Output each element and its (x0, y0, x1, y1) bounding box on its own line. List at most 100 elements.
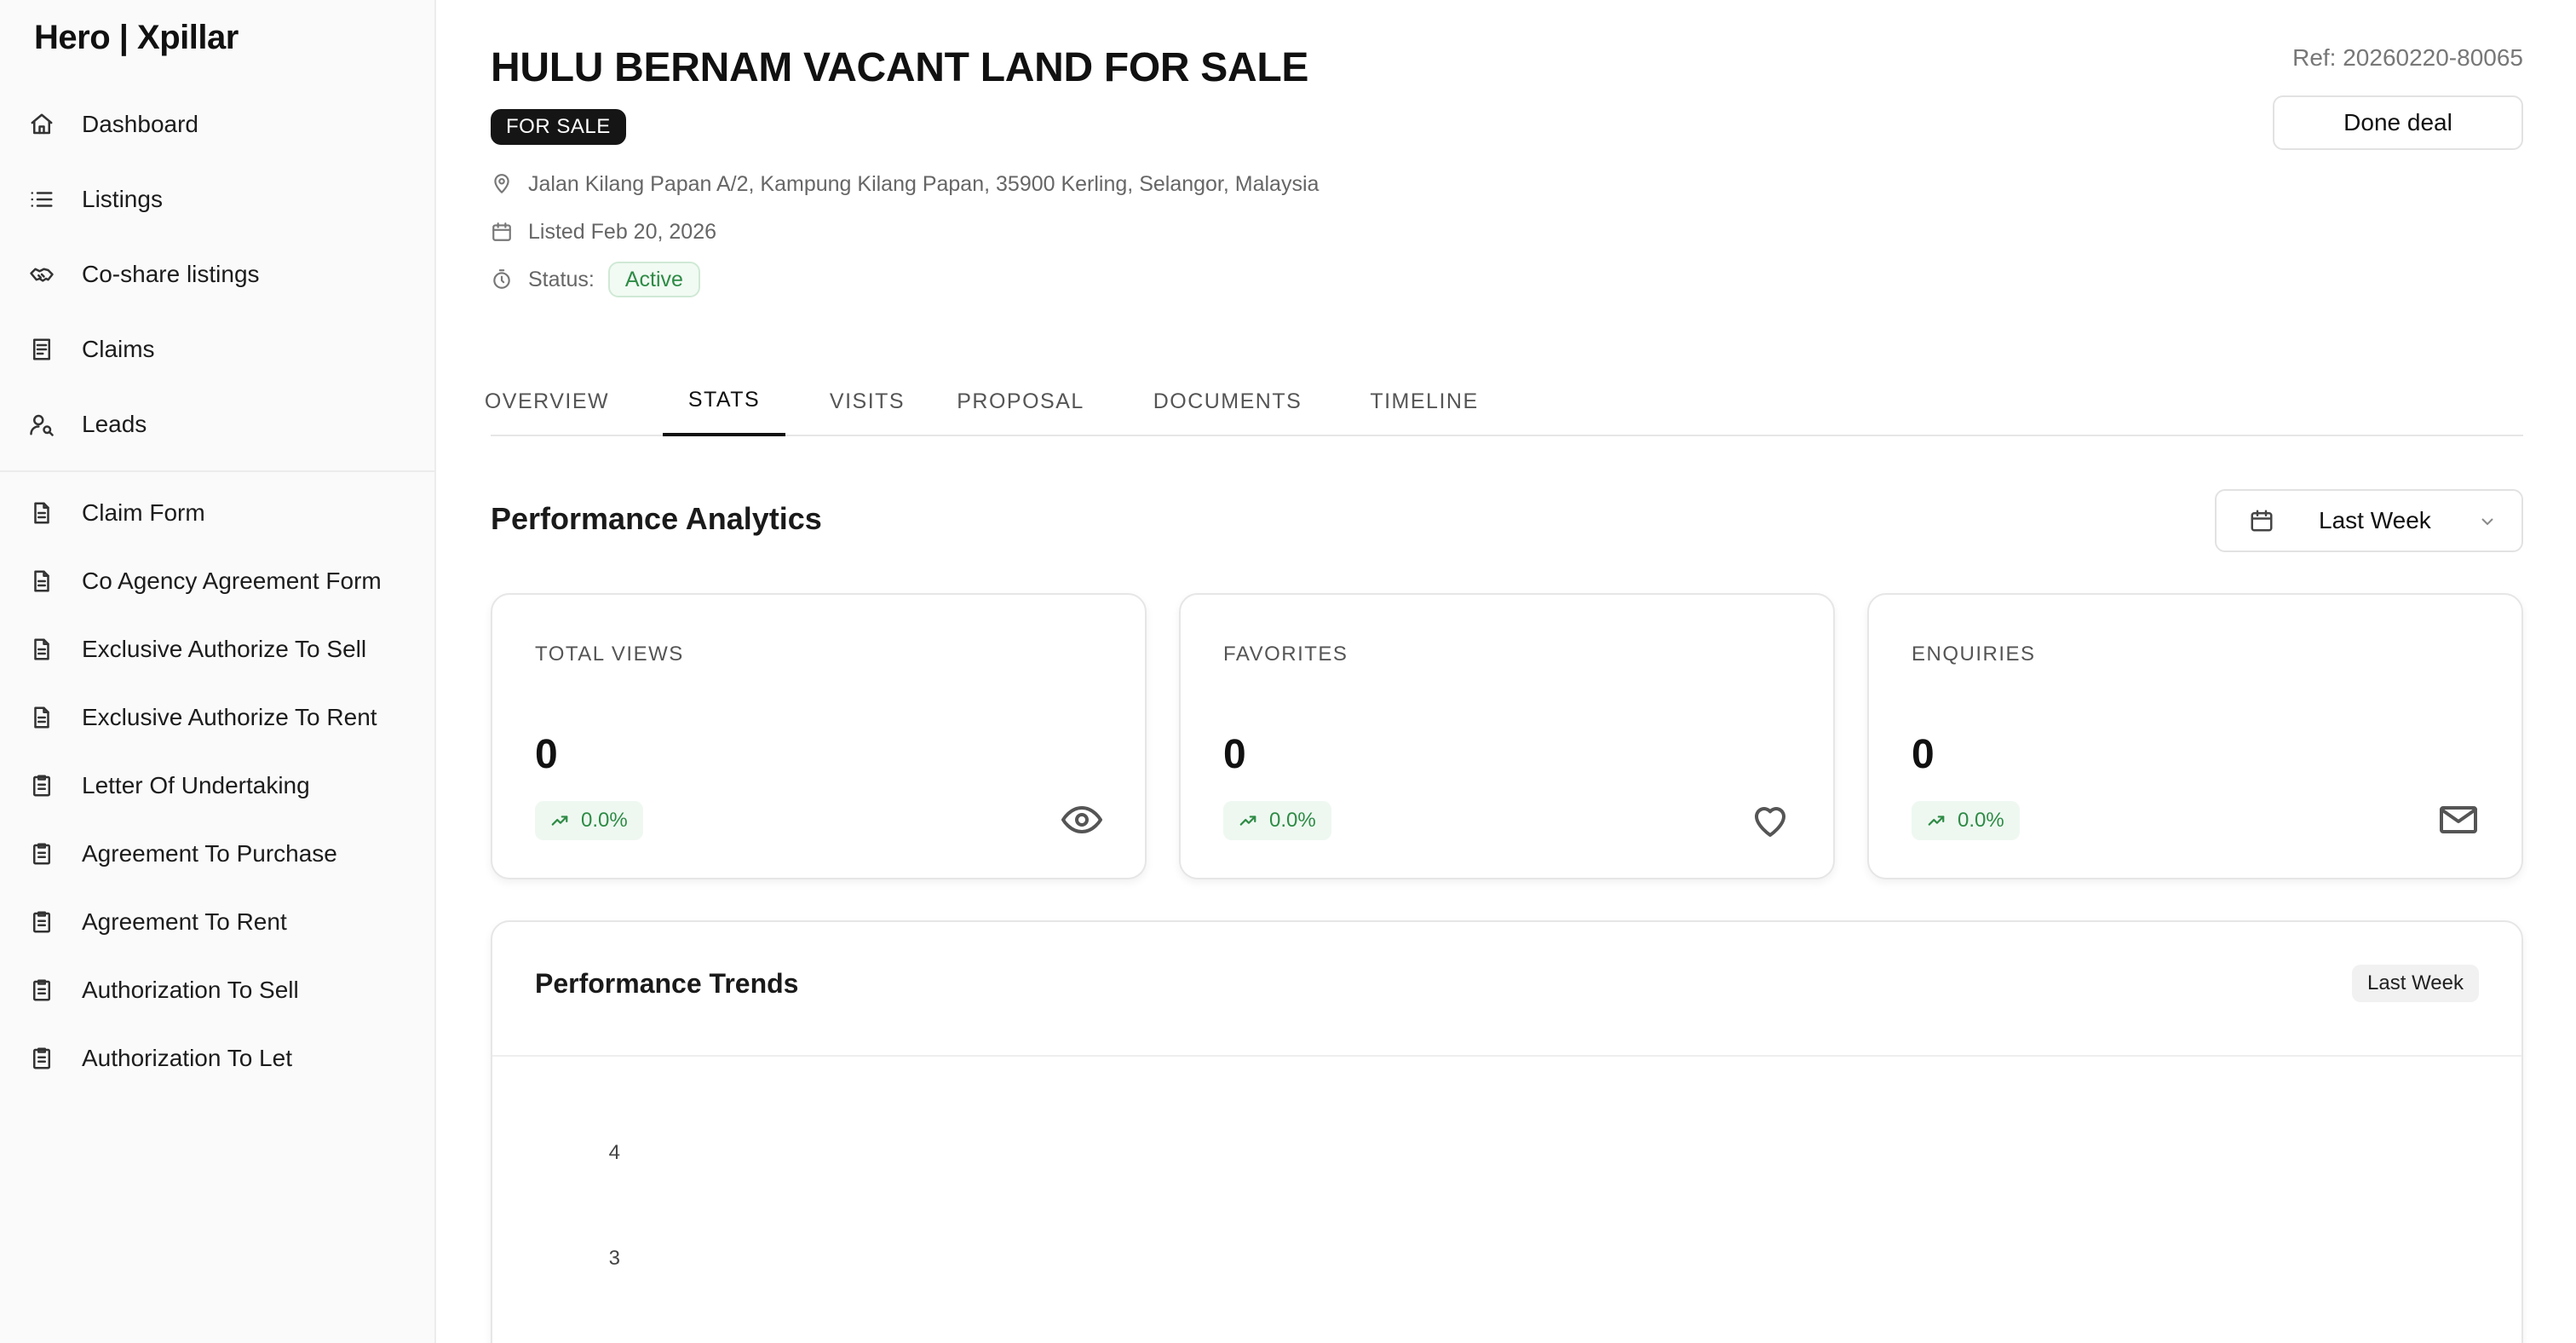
y-tick-label: 3 (609, 1247, 620, 1270)
sidebar-item-label: Agreement To Purchase (82, 840, 337, 867)
active-status-badge: Active (607, 262, 700, 297)
sidebar-item-label: Leads (82, 411, 147, 437)
trends-chart-svg: 43 (609, 1141, 620, 1270)
heart-icon (1750, 799, 1791, 840)
sidebar-item-letter-of-undertaking[interactable]: Letter Of Undertaking (27, 755, 409, 816)
sidebar-item-label: Claims (82, 336, 155, 362)
trending-up-icon (1928, 816, 1945, 826)
tab-stats[interactable]: STATS (663, 366, 785, 436)
date-range-value: Last Week (2319, 507, 2431, 533)
sidebar-item-dashboard[interactable]: Dashboard (27, 94, 409, 155)
trend-value: 0.0% (1269, 809, 1316, 832)
status-label: Status: (528, 267, 595, 291)
address-text: Jalan Kilang Papan A/2, Kampung Kilang P… (528, 171, 1320, 196)
sidebar-item-label: Authorization To Let (82, 1045, 292, 1071)
stat-label: ENQUIRIES (1912, 643, 2036, 666)
sidebar-item-co-agency-agreement-form[interactable]: Co Agency Agreement Form (27, 550, 409, 612)
listed-date-row: Listed Feb 20, 2026 (491, 215, 716, 249)
sidebar-item-claim-form[interactable]: Claim Form (27, 482, 409, 544)
document-icon (27, 499, 56, 527)
tab-overview[interactable]: OVERVIEW (485, 366, 608, 436)
page-title: HULU BERNAM VACANT LAND FOR SALE (491, 45, 1309, 90)
calendar-icon (2249, 508, 2274, 533)
brand-logo[interactable]: Hero | Xpillar (34, 19, 239, 57)
sidebar-item-listings[interactable]: Listings (27, 169, 409, 230)
document-icon (27, 635, 56, 664)
stat-card-total-views: TOTAL VIEWS 0 0.0% (491, 593, 1147, 879)
handshake-icon (27, 260, 56, 289)
sidebar-item-authorization-to-let[interactable]: Authorization To Let (27, 1028, 409, 1089)
sidebar-item-label: Exclusive Authorize To Sell (82, 636, 367, 662)
trend-badge: 0.0% (1912, 801, 2020, 840)
trends-chart: 43 (492, 1057, 2521, 1343)
listed-date: Listed Feb 20, 2026 (528, 219, 716, 244)
clipboard-icon (27, 976, 56, 1005)
stat-label: TOTAL VIEWS (535, 643, 684, 666)
clipboard-icon (27, 1044, 56, 1073)
user-search-icon (27, 410, 56, 439)
home-icon (27, 110, 56, 139)
clipboard-icon (27, 839, 56, 868)
document-icon (27, 567, 56, 596)
status-badge: FOR SALE (491, 109, 626, 145)
reference-number: Ref: 20260220-80065 (2292, 44, 2523, 71)
trends-title: Performance Trends (535, 968, 799, 999)
trends-range-badge: Last Week (2352, 965, 2479, 1002)
address-row: Jalan Kilang Papan A/2, Kampung Kilang P… (491, 167, 1319, 201)
sidebar-item-co-share-listings[interactable]: Co-share listings (27, 244, 409, 305)
tab-bar: OVERVIEW STATS VISITS PROPOSAL DOCUMENTS… (485, 366, 2523, 436)
trend-value: 0.0% (581, 809, 628, 832)
stat-label: FAVORITES (1223, 643, 1348, 666)
tab-documents[interactable]: DOCUMENTS (1107, 366, 1348, 436)
sidebar-item-agreement-to-rent[interactable]: Agreement To Rent (27, 891, 409, 953)
timer-icon (491, 268, 513, 291)
tab-visits[interactable]: VISITS (809, 366, 925, 436)
sidebar-divider (0, 470, 434, 472)
stat-value: 0 (535, 732, 558, 777)
y-tick-label: 4 (609, 1141, 620, 1164)
sidebar-item-label: Co Agency Agreement Form (82, 568, 382, 594)
mail-icon (2438, 799, 2479, 840)
sidebar-item-claims[interactable]: Claims (27, 319, 409, 380)
eye-icon (1061, 799, 1102, 840)
trend-badge: 0.0% (1223, 801, 1331, 840)
sidebar-item-label: Letter Of Undertaking (82, 772, 310, 798)
trending-up-icon (551, 816, 568, 826)
trend-badge: 0.0% (535, 801, 643, 840)
clipboard-icon (27, 771, 56, 800)
stat-card-favorites: FAVORITES 0 0.0% (1179, 593, 1835, 879)
receipt-icon (27, 335, 56, 364)
section-title: Performance Analytics (491, 501, 822, 536)
sidebar-item-label: Authorization To Sell (82, 977, 299, 1003)
calendar-icon (491, 221, 513, 243)
tab-timeline[interactable]: TIMELINE (1314, 366, 1535, 436)
main-content: HULU BERNAM VACANT LAND FOR SALE FOR SAL… (485, 0, 2523, 1343)
performance-trends-card: Performance Trends Last Week 43 (491, 920, 2523, 1343)
sidebar-item-authorization-to-sell[interactable]: Authorization To Sell (27, 960, 409, 1021)
trend-value: 0.0% (1958, 809, 2004, 832)
sidebar-item-label: Agreement To Rent (82, 908, 287, 935)
document-icon (27, 703, 56, 732)
status-row: Status: Active (491, 262, 700, 297)
sidebar-item-label: Claim Form (82, 499, 205, 526)
sidebar-item-agreement-to-purchase[interactable]: Agreement To Purchase (27, 823, 409, 885)
sidebar-item-label: Exclusive Authorize To Rent (82, 704, 377, 730)
stat-card-enquiries: ENQUIRIES 0 0.0% (1867, 593, 2523, 879)
sidebar-item-label: Co-share listings (82, 261, 260, 287)
stat-value: 0 (1223, 732, 1246, 777)
stat-value: 0 (1912, 732, 1935, 777)
list-icon (27, 185, 56, 214)
sidebar-item-exclusive-authorize-to-rent[interactable]: Exclusive Authorize To Rent (27, 687, 409, 748)
sidebar-item-exclusive-authorize-to-sell[interactable]: Exclusive Authorize To Sell (27, 619, 409, 680)
sidebar-item-label: Dashboard (82, 111, 198, 137)
tab-proposal[interactable]: PROPOSAL (935, 366, 1106, 436)
chevron-down-icon (2477, 511, 2498, 532)
map-pin-icon (491, 173, 513, 195)
clipboard-icon (27, 908, 56, 937)
sidebar: Hero | Xpillar Dashboard Listings Co-sha… (0, 0, 436, 1343)
date-range-select[interactable]: Last Week (2215, 489, 2523, 552)
done-deal-button[interactable]: Done deal (2273, 95, 2523, 150)
sidebar-item-label: Listings (82, 186, 163, 212)
sidebar-item-leads[interactable]: Leads (27, 394, 409, 455)
trending-up-icon (1239, 816, 1256, 826)
